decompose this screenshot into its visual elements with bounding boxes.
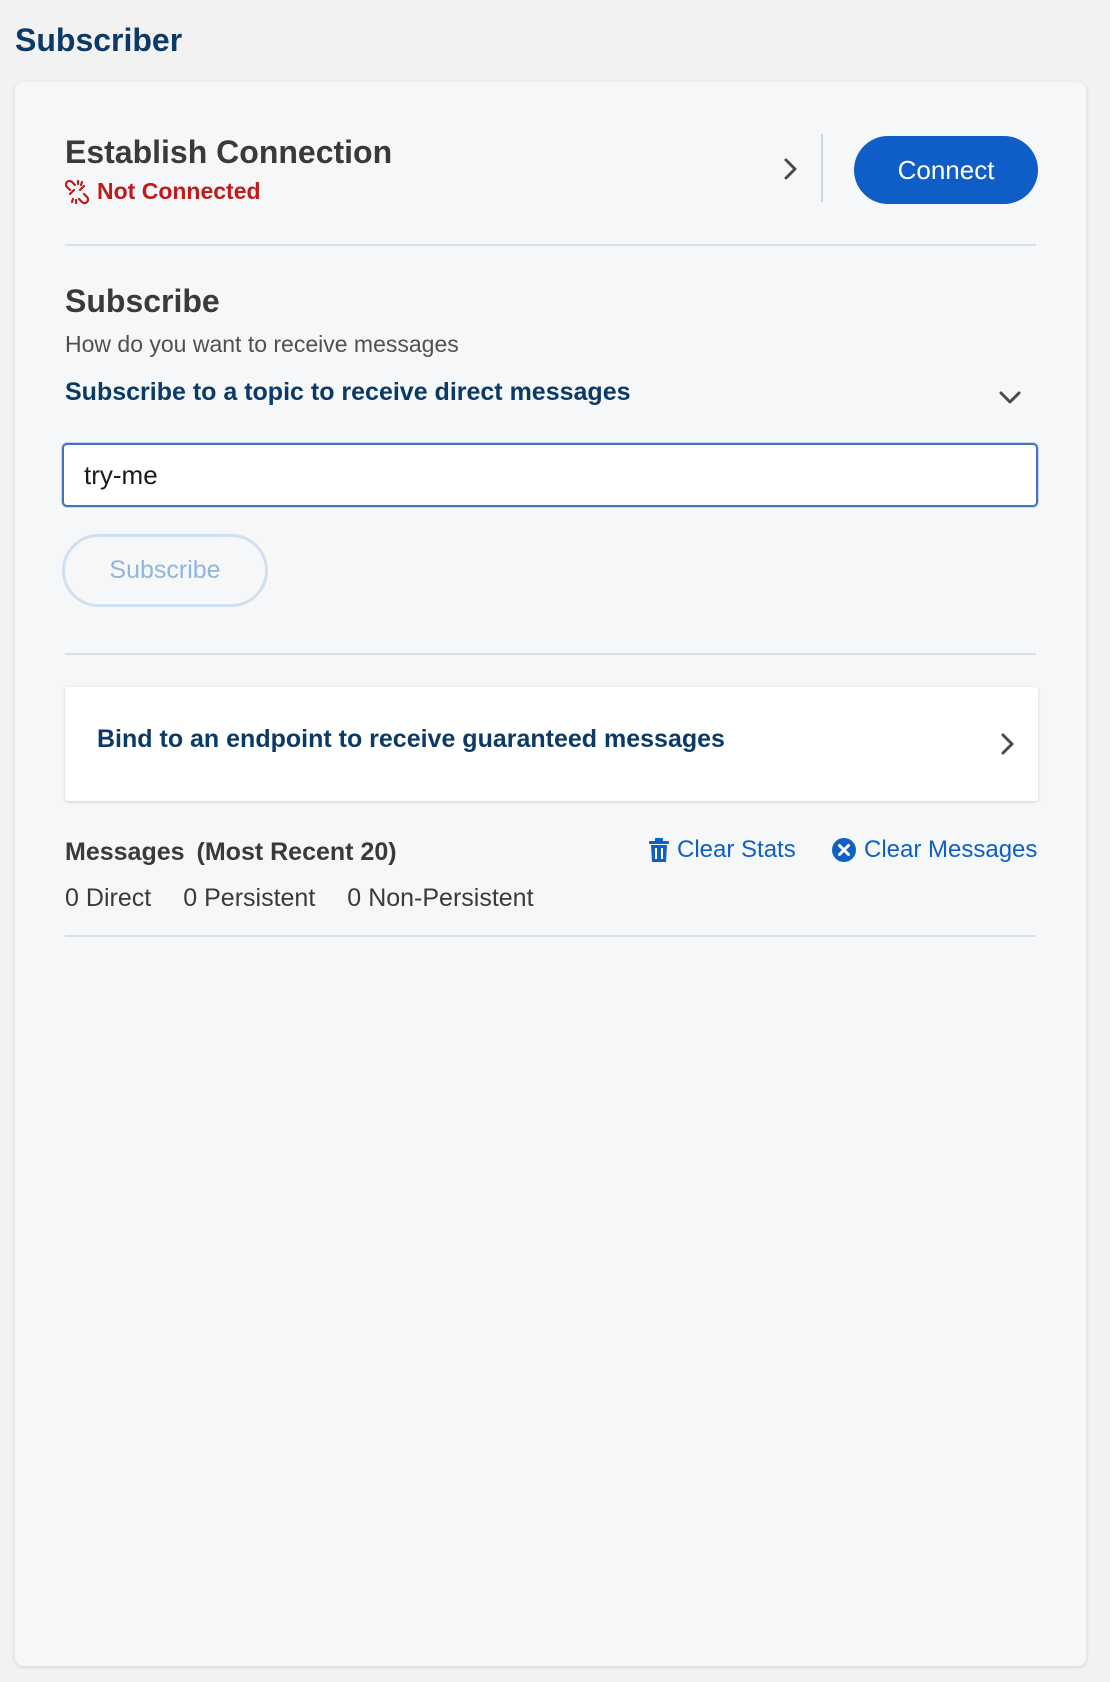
chevron-right-icon[interactable] [992, 729, 1022, 759]
topic-subscription-label: Subscribe to a topic to receive direct m… [65, 378, 631, 406]
bind-endpoint-panel[interactable]: Bind to an endpoint to receive guarantee… [65, 687, 1038, 801]
messages-title: Messages (Most Recent 20) [65, 838, 397, 867]
count-label: Persistent [204, 884, 316, 912]
subscribe-title: Subscribe [65, 283, 220, 319]
connection-expand-chevron-icon[interactable] [775, 154, 805, 184]
section-divider [65, 653, 1036, 655]
count-persistent: 0 Persistent [183, 884, 315, 913]
messages-divider [65, 935, 1036, 937]
trash-icon [648, 837, 670, 863]
count-direct: 0 Direct [65, 884, 151, 913]
section-divider [65, 244, 1036, 246]
subscribe-description: How do you want to receive messages [65, 331, 459, 357]
connect-button[interactable]: Connect [854, 136, 1038, 204]
count-value: 0 [183, 884, 198, 912]
messages-title-text: Messages [65, 838, 185, 866]
clear-messages-label: Clear Messages [864, 836, 1038, 863]
connection-status-text: Not Connected [97, 178, 261, 204]
connection-divider [821, 134, 823, 202]
connection-title: Establish Connection [65, 134, 393, 170]
connection-status: Not Connected [65, 178, 261, 205]
clear-messages-button[interactable]: Clear Messages [831, 836, 1037, 864]
subscribe-button[interactable]: Subscribe [62, 534, 268, 607]
message-counts: 0 Direct 0 Persistent 0 Non-Persistent [65, 884, 534, 913]
clear-stats-button[interactable]: Clear Stats [648, 836, 796, 864]
subscriber-card: Establish Connection Not Connected Conne… [15, 82, 1086, 1666]
messages-list [65, 942, 1036, 1642]
close-circle-icon [831, 837, 857, 863]
count-value: 0 [65, 884, 79, 912]
count-label: Direct [85, 884, 152, 912]
count-label: Non-Persistent [368, 884, 534, 912]
page-title: Subscriber [15, 22, 183, 58]
chevron-down-icon[interactable] [995, 382, 1025, 412]
topic-subscription-accordion[interactable]: Subscribe to a topic to receive direct m… [65, 374, 1038, 418]
topic-input[interactable] [62, 443, 1038, 507]
clear-stats-label: Clear Stats [677, 836, 796, 863]
count-value: 0 [347, 884, 362, 912]
broken-link-icon [65, 179, 89, 205]
messages-subtitle: (Most Recent 20) [196, 838, 397, 866]
count-non-persistent: 0 Non-Persistent [347, 884, 533, 913]
bind-endpoint-label: Bind to an endpoint to receive guarantee… [97, 725, 725, 753]
